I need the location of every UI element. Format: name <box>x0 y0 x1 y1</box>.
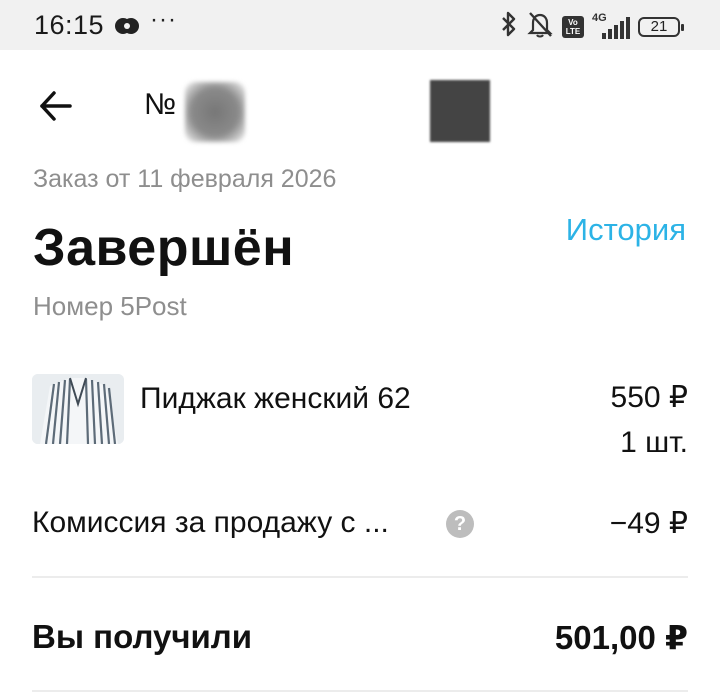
order-item[interactable]: Пиджак женский 62 550 ₽ 1 шт. <box>32 372 688 462</box>
status-time: 16:15 <box>34 10 105 40</box>
item-thumbnail <box>32 374 124 444</box>
arrow-left-icon <box>40 91 72 121</box>
redacted-order-number <box>185 82 245 142</box>
item-quantity: 1 шт. <box>620 426 688 459</box>
order-number-prefix: № <box>144 88 177 121</box>
delivery-number: Номер 5Post <box>33 291 187 321</box>
status-bar: 16:15 ··· Vo LTE 4G 21 <box>0 0 720 50</box>
total-label: Вы получили <box>32 618 253 655</box>
order-status-title: Завершён <box>33 219 295 277</box>
back-button[interactable] <box>28 78 84 134</box>
divider <box>32 576 688 578</box>
commission-value: −49 ₽ <box>609 507 688 540</box>
top-bar: № <box>0 60 720 152</box>
messenger-icon <box>114 14 140 43</box>
signal-icon: 4G <box>592 12 630 39</box>
order-date: Заказ от 11 февраля 2026 <box>33 165 337 193</box>
redacted-block <box>430 80 490 142</box>
item-title: Пиджак женский 62 <box>140 382 411 415</box>
total-value: 501,00 ₽ <box>554 619 688 656</box>
item-price: 550 ₽ <box>610 381 688 414</box>
bluetooth-icon <box>500 10 518 43</box>
bell-off-icon <box>526 10 554 43</box>
total-row: Вы получили 501,00 ₽ <box>32 612 688 662</box>
help-icon[interactable]: ? <box>446 510 474 538</box>
divider <box>32 690 688 692</box>
history-link[interactable]: История <box>566 212 686 248</box>
commission-label: Комиссия за продажу с ... <box>32 506 389 539</box>
commission-row: Комиссия за продажу с ... ? −49 ₽ <box>32 500 688 548</box>
volte-icon: Vo LTE <box>562 15 584 38</box>
more-notifications-icon: ··· <box>150 6 177 33</box>
status-icons: Vo LTE 4G 21 <box>500 10 684 43</box>
battery-icon: 21 <box>638 16 684 37</box>
